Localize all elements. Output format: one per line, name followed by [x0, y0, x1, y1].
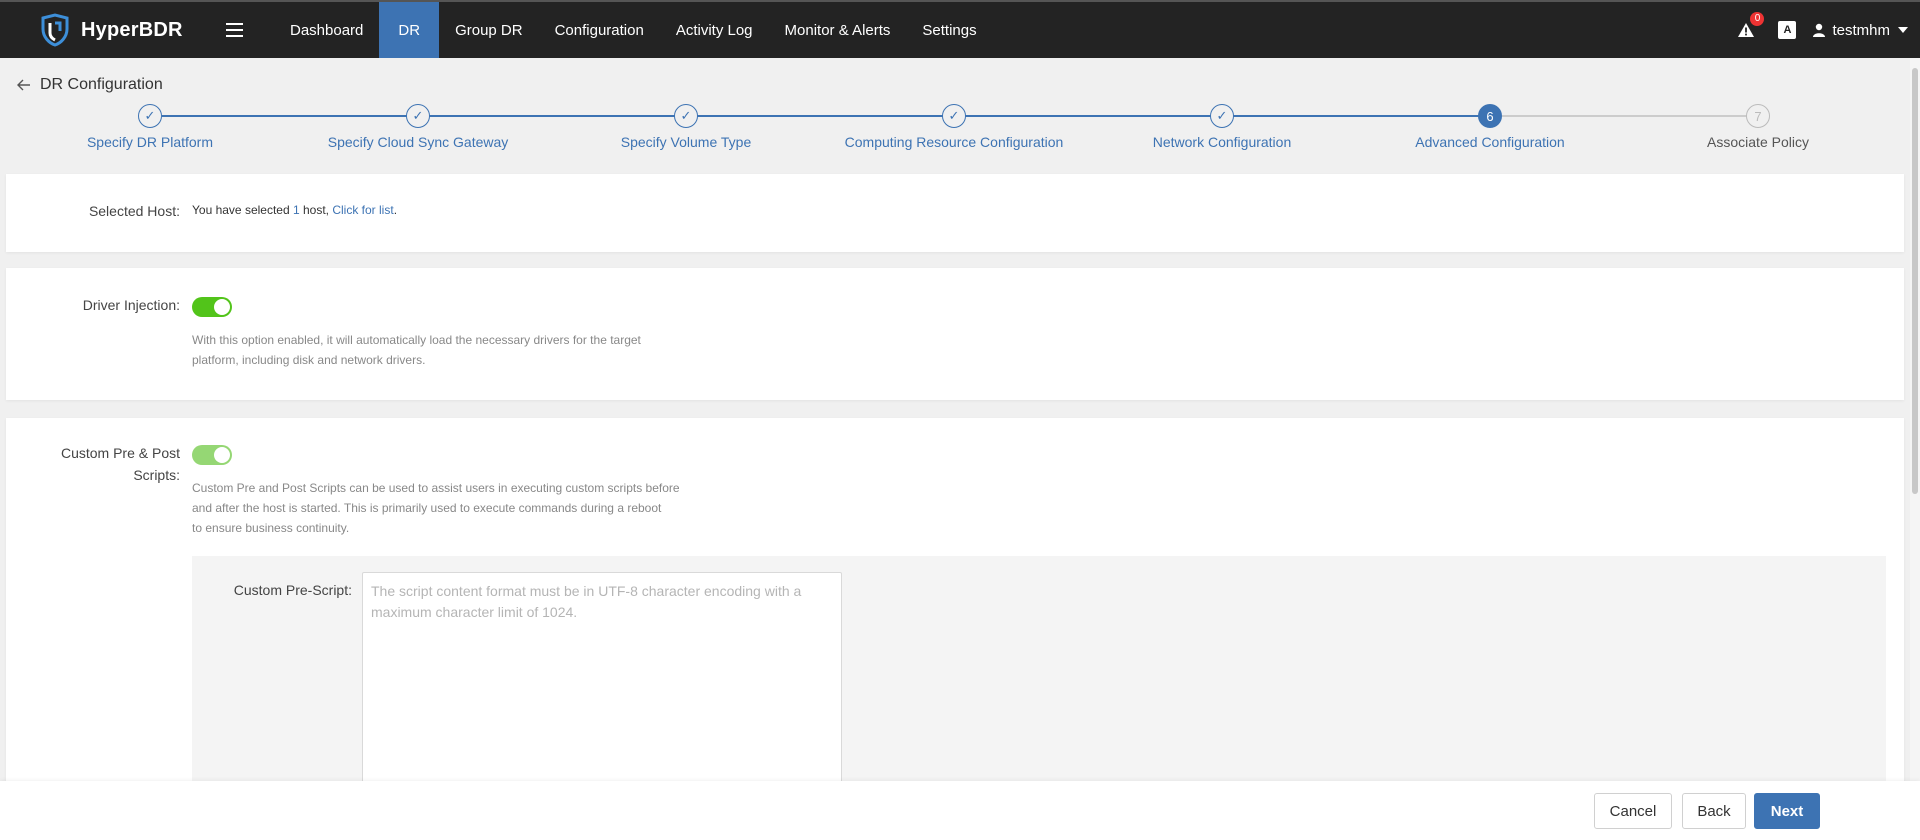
step-number: 6: [1478, 104, 1502, 128]
step-check-icon: ✓: [138, 104, 162, 128]
brand-name: HyperBDR: [81, 18, 183, 41]
nav-item-dr[interactable]: DR: [379, 2, 440, 58]
driver-injection-panel: Driver Injection: With this option enabl…: [6, 268, 1904, 400]
step-label: Specify Volume Type: [620, 134, 752, 150]
custom-scripts-desc-line: and after the host is started. This is p…: [192, 501, 662, 515]
nav-item-group-dr[interactable]: Group DR: [439, 2, 539, 58]
top-right-tools: 0 A testmhm: [1734, 2, 1920, 58]
chevron-down-icon: [1898, 27, 1908, 33]
wizard-footer: Cancel Back Next: [0, 781, 1920, 840]
driver-injection-desc-line: With this option enabled, it will automa…: [192, 333, 641, 347]
nav-item-settings[interactable]: Settings: [906, 2, 992, 58]
driver-injection-desc-line: platform, including disk and network dri…: [192, 353, 426, 367]
brand[interactable]: HyperBDR: [0, 2, 210, 58]
custom-scripts-desc-line: to ensure business continuity.: [192, 521, 350, 535]
custom-scripts-toggle[interactable]: [192, 445, 232, 465]
toggle-knob: [214, 447, 230, 463]
pre-script-section: Custom Pre-Script:: [192, 556, 1886, 812]
step-specify-dr-platform[interactable]: ✓ Specify DR Platform: [20, 104, 280, 150]
step-check-icon: ✓: [942, 104, 966, 128]
custom-scripts-description: Custom Pre and Post Scripts can be used …: [192, 478, 680, 538]
toggle-knob: [214, 299, 230, 315]
step-specify-volume-type[interactable]: ✓ Specify Volume Type: [556, 104, 816, 150]
custom-scripts-desc-line: Custom Pre and Post Scripts can be used …: [192, 481, 680, 495]
pre-script-textarea[interactable]: [362, 572, 842, 812]
nav-item-activity-log[interactable]: Activity Log: [660, 2, 769, 58]
selected-host-panel: Selected Host: You have selected 1 host,…: [6, 174, 1904, 252]
step-number: 7: [1746, 104, 1770, 128]
click-for-list-link[interactable]: Click for list: [332, 203, 393, 217]
selected-host-summary: You have selected 1 host, Click for list…: [192, 203, 397, 217]
selected-host-end: .: [393, 203, 398, 217]
menu-toggle-button[interactable]: [216, 2, 252, 58]
breadcrumb: DR Configuration: [16, 76, 163, 94]
step-label: Computing Resource Configuration: [844, 134, 1064, 150]
user-icon: [1813, 23, 1826, 37]
selected-host-label: Selected Host:: [88, 203, 180, 219]
top-navbar: HyperBDR Dashboard DR Group DR Configura…: [0, 0, 1920, 58]
alerts-button[interactable]: 0: [1734, 12, 1765, 42]
custom-scripts-label: Custom Pre & Post Scripts:: [6, 442, 180, 486]
language-icon[interactable]: A: [1778, 21, 1797, 39]
step-check-icon: ✓: [406, 104, 430, 128]
pre-script-label: Custom Pre-Script:: [233, 582, 352, 598]
step-label: Network Configuration: [1152, 134, 1292, 150]
nav-item-dashboard[interactable]: Dashboard: [274, 2, 379, 58]
custom-scripts-panel: Custom Pre & Post Scripts: Custom Pre an…: [6, 418, 1904, 812]
step-advanced-configuration[interactable]: 6 Advanced Configuration: [1360, 104, 1620, 150]
page-scrollbar[interactable]: [1910, 58, 1920, 840]
driver-injection-description: With this option enabled, it will automa…: [192, 330, 641, 370]
hyperbdr-logo-icon: [41, 13, 69, 47]
step-label: Specify DR Platform: [86, 134, 214, 150]
step-label: Associate Policy: [1707, 134, 1809, 150]
back-button[interactable]: Back: [1682, 793, 1746, 829]
alert-count-badge: 0: [1750, 12, 1765, 26]
nav-item-configuration[interactable]: Configuration: [539, 2, 660, 58]
selected-host-prefix: You have selected: [192, 203, 293, 217]
scrollbar-thumb[interactable]: [1912, 68, 1918, 494]
step-label: Advanced Configuration: [1415, 134, 1565, 150]
step-specify-cloud-sync-gateway[interactable]: ✓ Specify Cloud Sync Gateway: [288, 104, 548, 150]
custom-scripts-label-line: Custom Pre & Post: [60, 445, 180, 461]
user-menu[interactable]: testmhm: [1812, 22, 1908, 39]
step-check-icon: ✓: [1210, 104, 1234, 128]
username: testmhm: [1832, 21, 1890, 39]
step-associate-policy[interactable]: 7 Associate Policy: [1628, 104, 1888, 150]
custom-scripts-label-line: Scripts:: [133, 467, 180, 483]
selected-host-suffix: host,: [299, 203, 333, 217]
page-header: DR Configuration ✓ Specify DR Platform ✓…: [0, 58, 1920, 170]
driver-injection-toggle[interactable]: [192, 297, 232, 317]
page-title: DR Configuration: [40, 76, 163, 93]
step-check-icon: ✓: [674, 104, 698, 128]
step-network-configuration[interactable]: ✓ Network Configuration: [1092, 104, 1352, 150]
driver-injection-label: Driver Injection:: [82, 297, 180, 313]
back-arrow-icon[interactable]: [16, 77, 32, 93]
nav-item-monitor-alerts[interactable]: Monitor & Alerts: [769, 2, 907, 58]
hamburger-icon: [225, 21, 243, 39]
step-computing-resource-configuration[interactable]: ✓ Computing Resource Configuration: [824, 104, 1084, 150]
main-nav: Dashboard DR Group DR Configuration Acti…: [274, 2, 993, 58]
selected-host-count: 1: [292, 203, 300, 217]
next-button[interactable]: Next: [1754, 793, 1820, 829]
step-label: Specify Cloud Sync Gateway: [327, 134, 509, 150]
cancel-button[interactable]: Cancel: [1594, 793, 1672, 829]
wizard-stepper: ✓ Specify DR Platform ✓ Specify Cloud Sy…: [0, 104, 1920, 164]
